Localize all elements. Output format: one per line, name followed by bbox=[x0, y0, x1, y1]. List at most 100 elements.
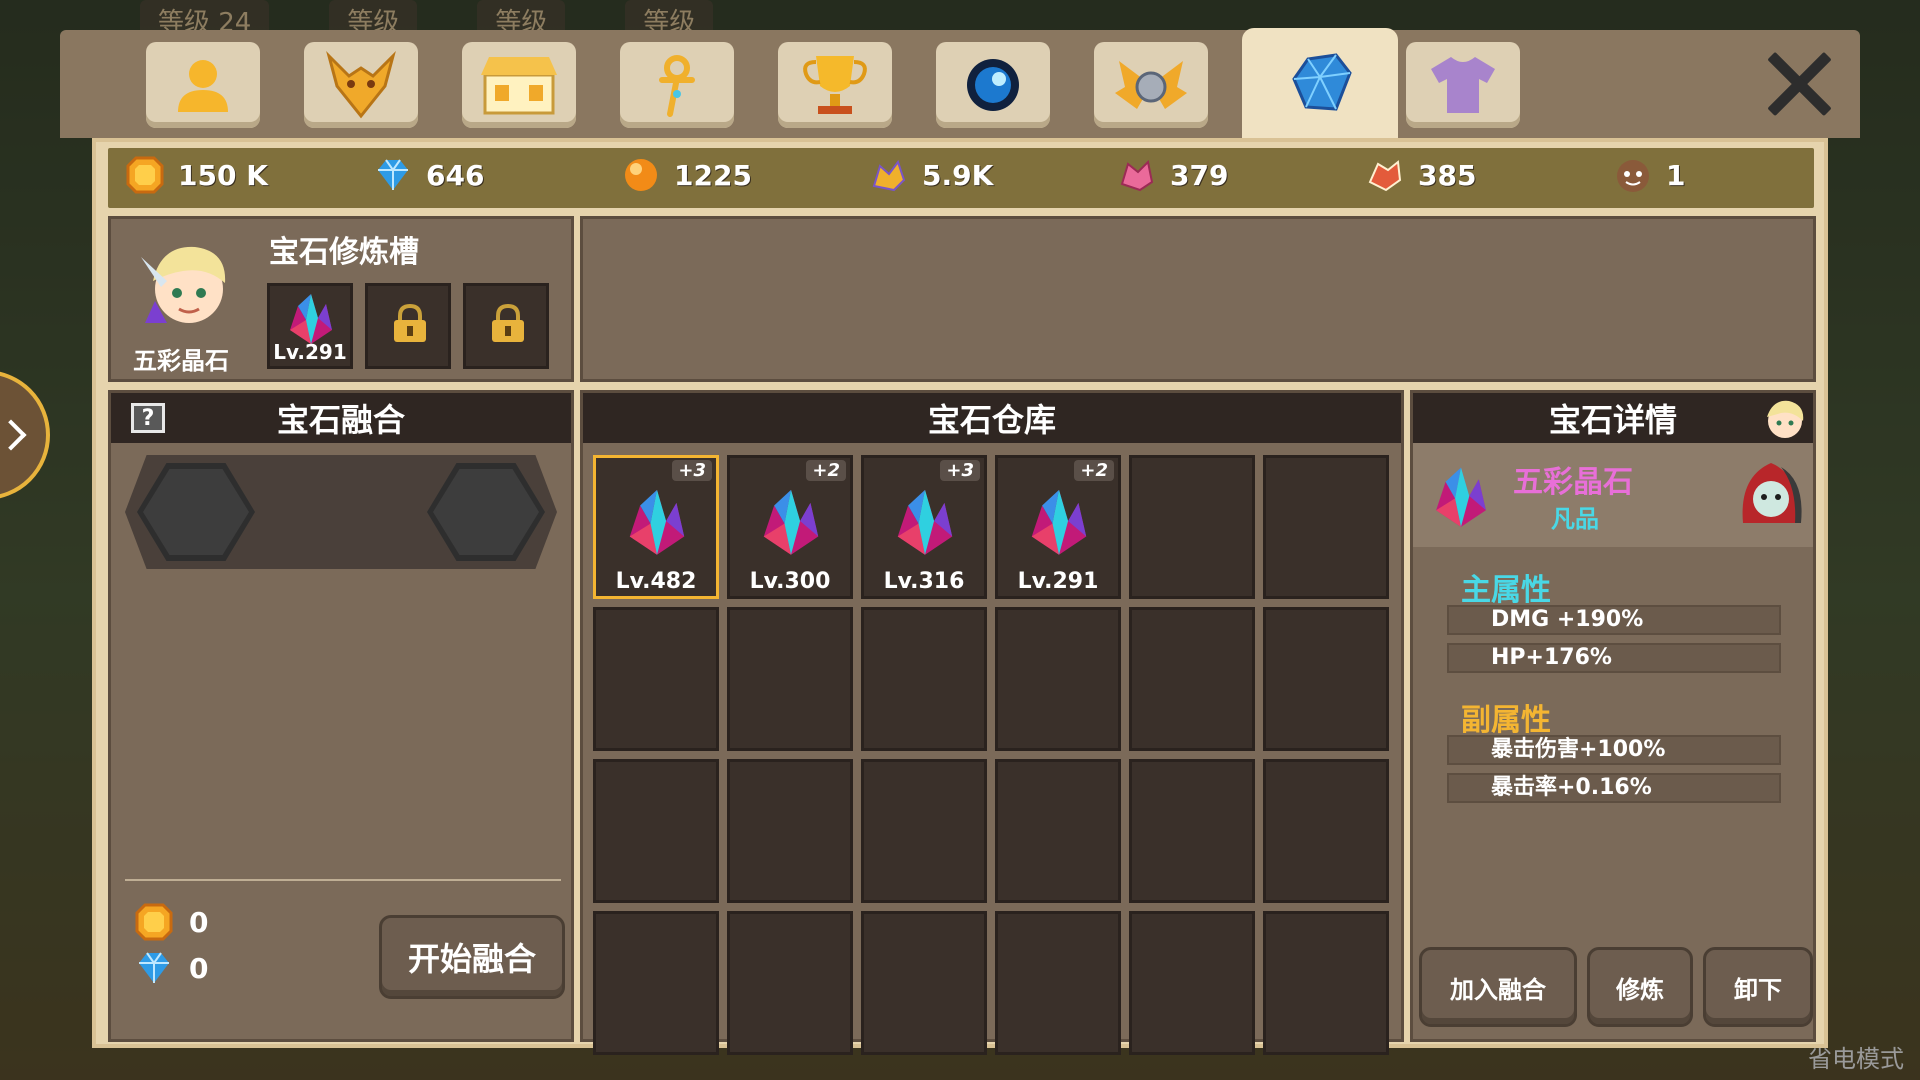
empty-gem-cell[interactable] bbox=[995, 759, 1121, 903]
gem-plus-badge: +3 bbox=[672, 460, 712, 481]
gem-plus-badge: +2 bbox=[1074, 460, 1114, 481]
cultivate-button[interactable]: 修炼 bbox=[1587, 947, 1693, 1027]
rainbow-crystal-icon bbox=[763, 489, 819, 555]
empty-info-area bbox=[580, 216, 1816, 382]
help-button[interactable]: ? bbox=[131, 403, 165, 433]
add-to-fusion-button[interactable]: 加入融合 bbox=[1419, 947, 1577, 1027]
empty-gem-cell[interactable] bbox=[727, 911, 853, 1055]
gem-details-panel: 宝石详情 五彩晶石 凡品 主属性 DMG +190% HP+176% 副属性 暴… bbox=[1410, 390, 1816, 1042]
tab-outfit[interactable] bbox=[1406, 42, 1520, 128]
empty-gem-cell[interactable] bbox=[1129, 455, 1255, 599]
gem-level: Lv.300 bbox=[749, 569, 831, 594]
slot-panel-title: 宝石修炼槽 bbox=[269, 235, 419, 270]
empty-gem-cell[interactable] bbox=[593, 759, 719, 903]
resource-bar: 150 K 646 1225 5.9K 379 385 1 bbox=[108, 148, 1814, 208]
empty-gem-cell[interactable] bbox=[1129, 911, 1255, 1055]
unequip-button[interactable]: 卸下 bbox=[1703, 947, 1813, 1027]
tab-pet[interactable] bbox=[304, 42, 418, 128]
empty-gem-cell[interactable] bbox=[1263, 455, 1389, 599]
tab-character[interactable] bbox=[146, 42, 260, 128]
empty-gem-cell[interactable] bbox=[593, 607, 719, 751]
close-button[interactable] bbox=[1764, 48, 1834, 118]
empty-gem-cell[interactable] bbox=[861, 911, 987, 1055]
empty-gem-cell[interactable] bbox=[861, 607, 987, 751]
tab-bar bbox=[60, 28, 1860, 138]
tab-gem[interactable] bbox=[1242, 28, 1398, 138]
resource-value: 5.9K bbox=[922, 158, 994, 192]
empty-gem-cell[interactable] bbox=[1129, 759, 1255, 903]
fusion-title: 宝石融合 bbox=[111, 393, 571, 443]
empty-gem-cell[interactable] bbox=[727, 607, 853, 751]
resource-gold: 150 K bbox=[126, 156, 268, 194]
ankh-staff-icon bbox=[659, 55, 695, 117]
shirt-icon bbox=[1431, 57, 1495, 113]
gem-level: Lv.291 bbox=[1017, 569, 1099, 594]
gem-level: Lv.482 bbox=[615, 569, 697, 594]
gold-creature-icon bbox=[872, 159, 906, 192]
gem-level: Lv.316 bbox=[883, 569, 965, 594]
trophy-icon bbox=[803, 56, 867, 114]
pink-creature-icon bbox=[1120, 159, 1154, 192]
resource-pink-creature: 379 bbox=[1118, 156, 1228, 194]
gold-cost-value: 0 bbox=[189, 905, 209, 939]
tab-skill[interactable] bbox=[620, 42, 734, 128]
details-title: 宝石详情 bbox=[1413, 393, 1813, 443]
golden-wings-icon bbox=[1115, 61, 1187, 109]
gem-panel: 150 K 646 1225 5.9K 379 385 1 五彩晶石 宝石修炼槽… bbox=[92, 138, 1828, 1055]
resource-value: 646 bbox=[426, 158, 485, 192]
person-icon bbox=[178, 60, 228, 112]
gem-name: 五彩晶石 bbox=[1513, 465, 1633, 500]
tab-wings[interactable] bbox=[1094, 42, 1208, 128]
fusion-slot-left[interactable] bbox=[137, 463, 255, 561]
empty-gem-cell[interactable] bbox=[1129, 607, 1255, 751]
empty-gem-cell[interactable] bbox=[1263, 607, 1389, 751]
cultivation-slot-3[interactable] bbox=[463, 283, 549, 369]
hero-mini-avatar-icon bbox=[1767, 400, 1804, 438]
lock-icon bbox=[394, 304, 426, 342]
diamond-cost-value: 0 bbox=[189, 951, 209, 985]
gem-item[interactable]: +2 Lv.300 bbox=[727, 455, 853, 599]
blue-orb-icon bbox=[967, 59, 1019, 111]
gem-plus-badge: +3 bbox=[940, 460, 980, 481]
resource-gold-creature: 5.9K bbox=[870, 156, 993, 194]
hero-gem-name: 五彩晶石 bbox=[133, 347, 229, 375]
fusion-gold-cost: 0 bbox=[135, 903, 208, 941]
main-attr-title: 主属性 bbox=[1461, 573, 1551, 608]
diamond-icon bbox=[139, 952, 169, 983]
empty-gem-cell[interactable] bbox=[1263, 911, 1389, 1055]
hooded-character-icon[interactable] bbox=[1735, 457, 1807, 529]
sub-attr-row: 暴击率+0.16% bbox=[1447, 773, 1781, 803]
tab-orb[interactable] bbox=[936, 42, 1050, 128]
empty-gem-cell[interactable] bbox=[1263, 759, 1389, 903]
cultivation-slot-2[interactable] bbox=[365, 283, 451, 369]
empty-gem-cell[interactable] bbox=[995, 911, 1121, 1055]
pet-face-icon bbox=[1617, 160, 1649, 192]
resource-value: 1225 bbox=[674, 158, 752, 192]
tab-shop[interactable] bbox=[462, 42, 576, 128]
empty-gem-cell[interactable] bbox=[593, 911, 719, 1055]
warehouse-title: 宝石仓库 bbox=[583, 393, 1401, 443]
gem-item[interactable]: +2 Lv.291 bbox=[995, 455, 1121, 599]
resource-pet: 1 bbox=[1614, 156, 1685, 194]
slot-level: Lv.291 bbox=[273, 340, 347, 364]
empty-gem-cell[interactable] bbox=[995, 607, 1121, 751]
gem-item[interactable]: +3 Lv.316 bbox=[861, 455, 987, 599]
rainbow-crystal-icon bbox=[1031, 489, 1087, 555]
gem-item[interactable]: +3 Lv.482 bbox=[593, 455, 719, 599]
cultivation-slot-1[interactable]: Lv.291 bbox=[267, 283, 353, 369]
fusion-slot-bar bbox=[125, 455, 557, 569]
empty-gem-cell[interactable] bbox=[861, 759, 987, 903]
lock-icon bbox=[492, 304, 524, 342]
resource-value: 379 bbox=[1170, 158, 1229, 192]
tab-trophy[interactable] bbox=[778, 42, 892, 128]
fusion-slot-right[interactable] bbox=[427, 463, 545, 561]
fusion-diamond-cost: 0 bbox=[135, 949, 208, 987]
resource-red-creature: 385 bbox=[1366, 156, 1476, 194]
sub-attr-title: 副属性 bbox=[1461, 703, 1551, 738]
gem-warehouse-panel: 宝石仓库 +3 Lv.482 +2 Lv.300 +3 Lv.316 +2 Lv.291 bbox=[580, 390, 1404, 1055]
start-fusion-button[interactable]: 开始融合 bbox=[379, 915, 565, 999]
hero-avatar[interactable] bbox=[131, 237, 241, 341]
chevron-right-icon bbox=[0, 419, 27, 451]
empty-gem-cell[interactable] bbox=[727, 759, 853, 903]
diamond-icon bbox=[378, 159, 408, 190]
